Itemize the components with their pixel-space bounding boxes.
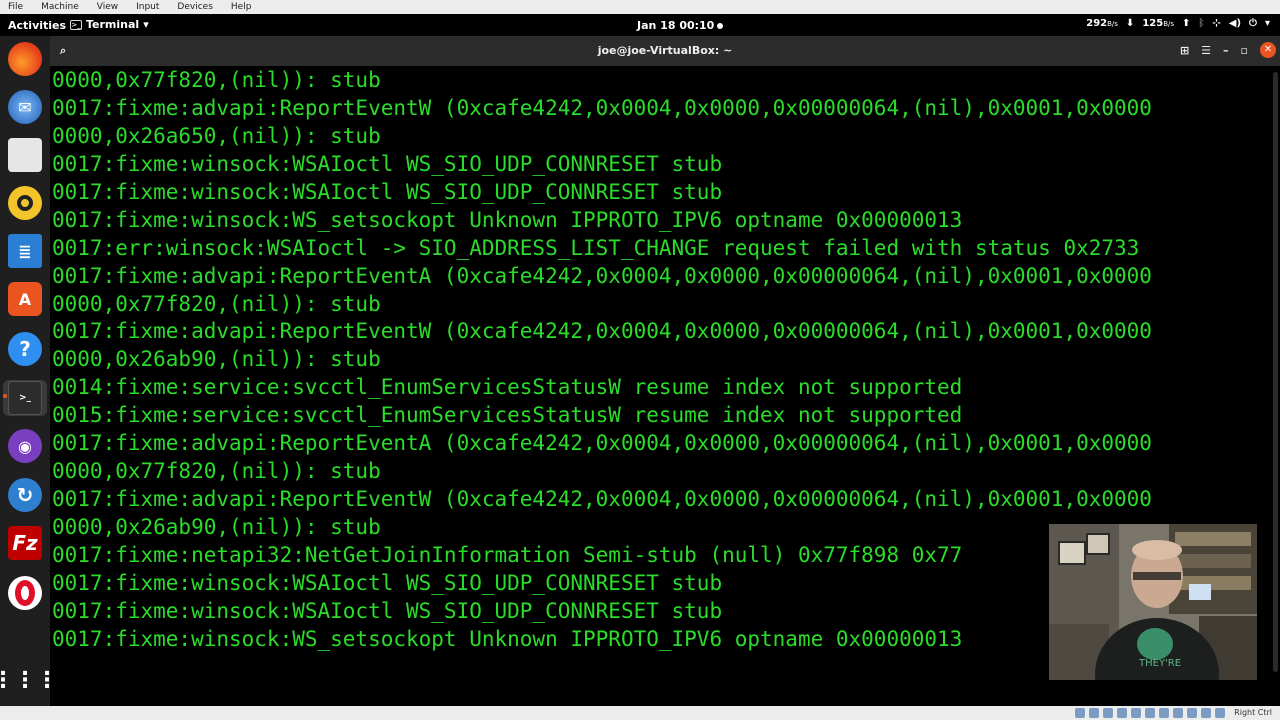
thunderbird-icon[interactable]: ✉ [8, 90, 42, 124]
recording-icon [1173, 708, 1183, 718]
filezilla-icon[interactable]: Fz [8, 526, 42, 560]
bluetooth-icon: ᛒ [1198, 18, 1205, 29]
vbox-status-bar: Right Ctrl [0, 706, 1280, 720]
terminal-line: 0017:fixme:advapi:ReportEventW (0xcafe42… [52, 319, 1152, 344]
terminal-line: 0014:fixme:service:svcctl_EnumServicesSt… [52, 375, 963, 400]
files-icon[interactable] [8, 138, 42, 172]
menu-view[interactable]: View [88, 2, 127, 12]
webcam-overlay: THEY'RE [1049, 524, 1257, 680]
chevron-down-icon: ▾ [1264, 18, 1270, 29]
rhythmbox-icon[interactable] [8, 186, 42, 220]
hamburger-menu-icon[interactable]: ☰ [1201, 44, 1211, 57]
net-down-speed: 292B/s [1086, 18, 1118, 29]
minimize-button[interactable]: – [1223, 44, 1229, 57]
app-menu[interactable]: >_ Terminal ▾ [70, 18, 149, 31]
terminal-line: 0000,0x77f820,(nil)): stub [52, 68, 381, 92]
display-icon [1159, 708, 1169, 718]
volume-icon: ◀) [1228, 18, 1242, 29]
usb-icon [1131, 708, 1141, 718]
svg-text:THEY'RE: THEY'RE [1138, 658, 1181, 669]
sync-icon[interactable]: ↻ [8, 478, 42, 512]
app-menu-label: Terminal [86, 18, 140, 31]
net-up-speed: 125B/s [1142, 18, 1174, 29]
activities-button[interactable]: Activities [8, 19, 66, 32]
show-apps-icon[interactable]: ⋮⋮⋮ [0, 663, 58, 697]
arrow-down-icon: ⬇ [1125, 18, 1135, 29]
mouse-integration-icon [1201, 708, 1211, 718]
terminal-line: 0017:fixme:advapi:ReportEventW (0xcafe42… [52, 95, 1152, 120]
terminal-line: 0017:err:winsock:WSAIoctl -> SIO_ADDRESS… [52, 235, 1140, 260]
host-key-label: Right Ctrl [1234, 708, 1272, 717]
menu-devices[interactable]: Devices [168, 2, 221, 12]
help-icon[interactable]: ? [8, 332, 42, 366]
keyboard-icon [1215, 708, 1225, 718]
window-controls: ⊞ ☰ – ▫ ✕ [1180, 42, 1276, 58]
menu-file[interactable]: File [0, 2, 32, 12]
podcast-icon[interactable]: ◉ [8, 429, 42, 463]
terminal-app-icon: >_ [70, 19, 82, 30]
terminal-line: 0000,0x77f820,(nil)): stub [52, 459, 381, 484]
top-bar: Activities >_ Terminal ▾ Jan 18 00:10 29… [0, 14, 1280, 36]
writer-icon[interactable]: ≣ [8, 234, 42, 268]
menu-machine[interactable]: Machine [32, 2, 88, 12]
optical-icon [1089, 708, 1099, 718]
power-icon: ⏻ [1249, 18, 1257, 29]
window-title: joe@joe-VirtualBox: ~ [597, 44, 733, 57]
vbox-status-icons [1075, 708, 1225, 718]
terminal-line: 0017:fixme:winsock:WSAIoctl WS_SIO_UDP_C… [52, 151, 723, 176]
disk-icon [1075, 708, 1085, 718]
audio-icon [1103, 708, 1113, 718]
terminal-line: 0000,0x26ab90,(nil)): stub [52, 347, 381, 372]
menu-input[interactable]: Input [127, 2, 168, 12]
vbox-menu-bar: File Machine View Input Devices Help [0, 0, 1280, 14]
webcam-image: THEY'RE [1049, 524, 1257, 680]
software-icon[interactable]: A [8, 282, 42, 316]
firefox-icon[interactable] [8, 42, 42, 76]
cpu-icon [1187, 708, 1197, 718]
terminal-icon[interactable]: >_ [8, 381, 42, 415]
notification-dot-icon [717, 22, 724, 29]
close-button[interactable]: ✕ [1260, 42, 1276, 58]
terminal-line: 0017:fixme:advapi:ReportEventA (0xcafe42… [52, 431, 1152, 456]
system-tray[interactable]: 292B/s ⬇ 125B/s ⬆ ᛒ ⊹ ◀) ⏻ ▾ [1086, 18, 1270, 29]
terminal-line: 0015:fixme:service:svcctl_EnumServicesSt… [52, 403, 963, 428]
arrow-up-icon: ⬆ [1182, 18, 1191, 29]
clock-label: Jan 18 00:10 [637, 19, 715, 32]
terminal-line: 0017:fixme:winsock:WSAIoctl WS_SIO_UDP_C… [52, 179, 723, 204]
terminal-line: 0000,0x26a650,(nil)): stub [52, 123, 381, 148]
terminal-scrollbar[interactable] [1273, 72, 1278, 672]
menu-help[interactable]: Help [222, 2, 261, 12]
terminal-headerbar: ⌕ joe@joe-VirtualBox: ~ ⊞ ☰ – ▫ ✕ [50, 36, 1280, 66]
opera-icon[interactable] [8, 576, 42, 610]
network-icon: ⊹ [1212, 18, 1221, 29]
terminal-line: 0017:fixme:advapi:ReportEventA (0xcafe42… [52, 263, 1152, 288]
terminal-line: 0017:fixme:winsock:WS_setsockopt Unknown… [52, 207, 963, 232]
shared-folder-icon [1145, 708, 1155, 718]
network-status-icon [1117, 708, 1127, 718]
dock: ✉ ≣ A ? >_ ◉ ↻ Fz ⋮⋮⋮ [0, 36, 58, 706]
new-tab-icon[interactable]: ⊞ [1180, 44, 1189, 57]
running-indicator [3, 394, 7, 398]
maximize-button[interactable]: ▫ [1241, 44, 1248, 57]
terminal-line: 0000,0x77f820,(nil)): stub [52, 291, 381, 316]
chevron-down-icon: ▾ [143, 18, 149, 31]
terminal-line: 0017:fixme:advapi:ReportEventW (0xcafe42… [52, 487, 1152, 512]
clock[interactable]: Jan 18 00:10 [637, 19, 724, 32]
